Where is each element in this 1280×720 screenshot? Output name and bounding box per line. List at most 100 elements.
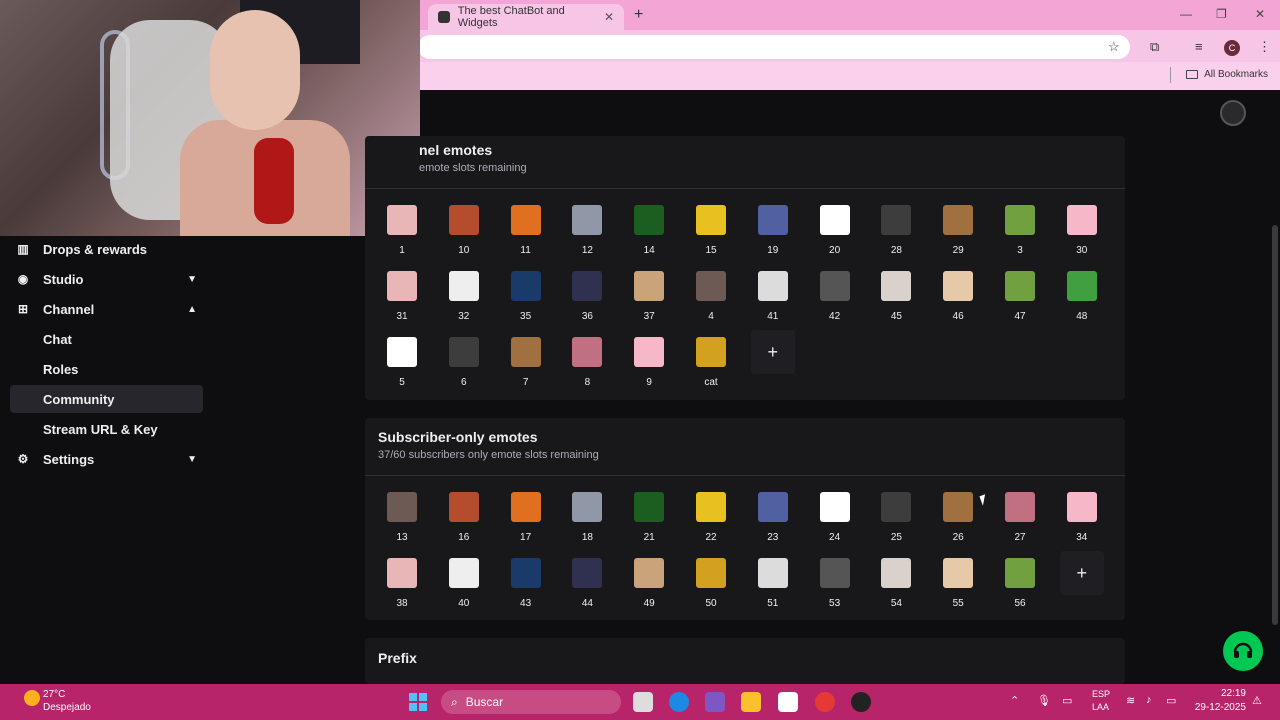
emote-tile[interactable]: 8 (565, 337, 609, 393)
sidebar-item-channel[interactable]: ⊞ Channel ▲ (10, 295, 203, 323)
emote-tile[interactable]: 34 (1060, 492, 1104, 548)
chrome-app-icon[interactable] (815, 692, 835, 712)
folder-app-icon[interactable] (741, 692, 761, 712)
menu-kebab-icon[interactable]: ⋮ (1258, 39, 1271, 55)
restore-icon[interactable]: ❐ (1216, 7, 1227, 21)
emote-tile[interactable]: 54 (874, 558, 918, 614)
emote-tile[interactable]: 23 (751, 492, 795, 548)
tab-close-icon[interactable]: ✕ (604, 10, 614, 24)
emote-tile[interactable]: 51 (751, 558, 795, 614)
emote-tile[interactable]: 28 (874, 205, 918, 261)
wifi-icon[interactable]: ≋ (1126, 694, 1135, 707)
emote-tile[interactable]: 4 (689, 271, 733, 327)
obs-app-icon[interactable] (851, 692, 871, 712)
emote-tile[interactable]: 47 (998, 271, 1042, 327)
sidebar-item-studio[interactable]: ◉ Studio ▼ (10, 265, 203, 293)
emote-tile[interactable]: 53 (813, 558, 857, 614)
emote-tile[interactable]: 5 (380, 337, 424, 393)
volume-icon[interactable]: ♪ (1146, 694, 1152, 706)
emote-tile[interactable]: 31 (380, 271, 424, 327)
page-scrollbar[interactable] (1272, 225, 1278, 625)
new-tab-icon[interactable]: + (634, 6, 643, 24)
start-button[interactable] (409, 693, 427, 711)
emote-tile[interactable]: 18 (565, 492, 609, 548)
copilot-app-icon[interactable] (705, 692, 725, 712)
close-window-icon[interactable]: ✕ (1255, 7, 1265, 21)
profile-avatar[interactable]: C (1224, 40, 1240, 56)
emote-tile[interactable]: 10 (442, 205, 486, 261)
emote-tile[interactable]: 12 (565, 205, 609, 261)
microphone-icon[interactable]: 🎙 (1037, 694, 1051, 707)
emote-tile[interactable]: 24 (813, 492, 857, 548)
emote-tile[interactable]: 45 (874, 271, 918, 327)
emote-tile[interactable]: 44 (565, 558, 609, 614)
emote-tile[interactable]: 19 (751, 205, 795, 261)
emote-tile[interactable]: 16 (442, 492, 486, 548)
emote-tile[interactable]: 37 (627, 271, 671, 327)
emote-tile[interactable]: 14 (627, 205, 671, 261)
emote-tile[interactable]: 29 (936, 205, 980, 261)
clock-time[interactable]: 22:19 (1206, 688, 1246, 699)
emote-tile[interactable]: 20 (813, 205, 857, 261)
emote-tile[interactable]: 41 (751, 271, 795, 327)
sidebar-item-drops[interactable]: ▥ Drops & rewards (10, 235, 203, 263)
emote-tile[interactable]: 26 (936, 492, 980, 548)
sidebar-item-stream-url[interactable]: Stream URL & Key (10, 415, 203, 443)
emote-tile[interactable]: 9 (627, 337, 671, 393)
tray-chevron-icon[interactable]: ⌃ (1010, 694, 1019, 707)
emote-tile[interactable]: 7 (504, 337, 548, 393)
emote-tile[interactable]: 35 (504, 271, 548, 327)
extensions-icon[interactable]: ⧉ (1150, 39, 1159, 55)
bookmark-star-icon[interactable]: ☆ (1108, 39, 1120, 55)
sidebar-item-roles[interactable]: Roles (10, 355, 203, 383)
add-emote-button[interactable]: + (1059, 551, 1104, 595)
battery-icon[interactable]: ▭ (1166, 694, 1176, 707)
language-indicator-bottom[interactable]: LAA (1092, 702, 1109, 712)
sidebar-item-settings[interactable]: ⚙ Settings ▼ (10, 445, 203, 473)
emote-tile[interactable]: 21 (627, 492, 671, 548)
sidebar-item-chat[interactable]: Chat (10, 325, 203, 353)
emote-tile[interactable]: 1 (380, 205, 424, 261)
emote-tile[interactable]: 25 (874, 492, 918, 548)
store-app-icon[interactable] (778, 692, 798, 712)
emote-tile[interactable]: 17 (504, 492, 548, 548)
emote-tile[interactable]: 11 (504, 205, 548, 261)
file-explorer-app-icon[interactable] (633, 692, 653, 712)
emote-tile[interactable]: 22 (689, 492, 733, 548)
emote-tile[interactable]: 49 (627, 558, 671, 614)
weather-icon[interactable] (24, 690, 40, 706)
taskbar-search[interactable]: ⌕ Buscar (441, 690, 621, 714)
emote-tile[interactable]: 36 (565, 271, 609, 327)
tray-app-icon[interactable]: ▭ (1062, 694, 1072, 707)
emote-tile[interactable]: 42 (813, 271, 857, 327)
edge-app-icon[interactable] (669, 692, 689, 712)
user-avatar[interactable] (1220, 100, 1246, 126)
emote-tile[interactable]: 56 (998, 558, 1042, 614)
emote-tile[interactable]: 13 (380, 492, 424, 548)
emote-tile[interactable]: 48 (1060, 271, 1104, 327)
emote-tile[interactable]: 15 (689, 205, 733, 261)
emote-tile[interactable]: 27 (998, 492, 1042, 548)
browser-tab[interactable]: The best ChatBot and Widgets ✕ (428, 4, 624, 30)
emote-tile[interactable]: 40 (442, 558, 486, 614)
address-input[interactable] (418, 35, 1130, 59)
emote-tile[interactable]: 6 (442, 337, 486, 393)
emote-tile[interactable]: 43 (504, 558, 548, 614)
emote-tile[interactable]: 32 (442, 271, 486, 327)
sidebar-item-community[interactable]: Community (10, 385, 203, 413)
clock-date[interactable]: 29-12-2025 (1190, 702, 1246, 713)
language-indicator-top[interactable]: ESP (1092, 689, 1110, 699)
emote-tile[interactable]: cat (689, 337, 733, 393)
emote-tile[interactable]: 50 (689, 558, 733, 614)
minimize-icon[interactable]: — (1180, 7, 1192, 21)
media-control-icon[interactable]: ≡ (1195, 39, 1203, 54)
help-chat-button[interactable] (1223, 631, 1263, 671)
emote-tile[interactable]: 38 (380, 558, 424, 614)
add-emote-button[interactable]: + (750, 330, 795, 374)
emote-tile[interactable]: 30 (1060, 205, 1104, 261)
emote-tile[interactable]: 46 (936, 271, 980, 327)
notification-icon[interactable]: ⚠ (1252, 694, 1262, 707)
emote-tile[interactable]: 55 (936, 558, 980, 614)
all-bookmarks-button[interactable]: All Bookmarks (1186, 69, 1268, 80)
emote-tile[interactable]: 3 (998, 205, 1042, 261)
